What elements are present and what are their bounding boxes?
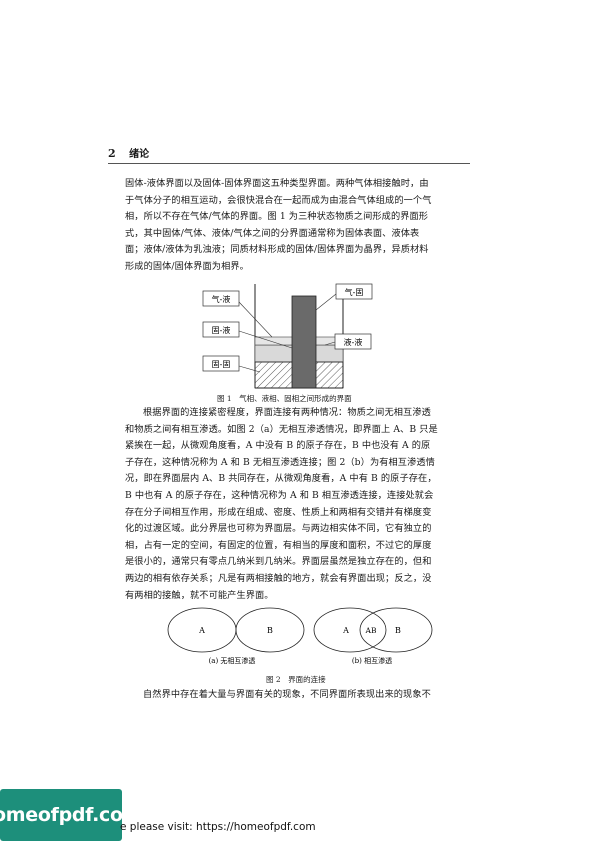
solid-rod [291, 295, 317, 389]
figure-2-caption: 图 2 界面的连接 [266, 675, 326, 684]
chapter-title: 绪论 [129, 149, 150, 160]
figure-1-caption: 图 1 气相、液相、固相之间形成的界面 [217, 394, 352, 403]
figure-2-diagram: A B (a) 无相互渗透 A AB B (b) 相互渗透 [167, 607, 433, 664]
svg-text:固-液: 固-液 [212, 325, 231, 335]
label-gas-solid: 气-固 [315, 283, 373, 311]
text-line: 式，其中固体/气体、液体/气体之间的分界面通常称为固体表面、液体表 [125, 227, 420, 239]
figure-2a-no-interpenetration: A B (a) 无相互渗透 [167, 607, 305, 664]
text-line: 相，所以不存在气体/气体的界面。图 1 为三种状态物质之间形成的界面形 [125, 211, 429, 223]
svg-text:气-固: 气-固 [345, 287, 364, 297]
svg-text:AB: AB [365, 626, 377, 635]
svg-text:B: B [395, 626, 401, 635]
svg-text:B: B [267, 626, 273, 635]
text-line: 况，即在界面层内 A、B 共同存在，从微观角度看，A 中有 B 的原子存在， [125, 473, 437, 485]
svg-text:(a) 无相互渗透: (a) 无相互渗透 [209, 656, 256, 664]
text-line: 子存在，这种情况称为 A 和 B 无相互渗透连接；图 2（b）为有相互渗透情 [125, 456, 435, 468]
text-line: 自然界中存在着大量与界面有关的现象，不同界面所表现出来的现象不 [143, 689, 431, 700]
footer-visit-text[interactable]: e please visit: https://homeofpdf.com [120, 821, 316, 833]
text-line: 是很小的，通常只有零点几纳米到几纳米。界面层虽然是独立存在的，但和 [125, 556, 432, 568]
text-line: 面；液体/液体为乳浊液；同质材料形成的固体/固体界面为晶界，异质材料 [125, 244, 429, 256]
text-line: 化的过渡区域。此分界层也可称为界面层。与两边相实体不同，它有独立的 [125, 523, 432, 535]
paragraph-3: 自然界中存在着大量与界面有关的现象，不同界面所表现出来的现象不 [125, 687, 469, 704]
svg-text:气-液: 气-液 [212, 294, 231, 304]
paragraph-1: 固体-液体界面以及固体-固体界面这五种类型界面。两种气体相接触时，由 于气体分子… [125, 176, 469, 276]
label-solid-solid: 固-固 [202, 355, 261, 373]
text-line: 紧挨在一起，从微观角度看，A 中没有 B 的原子存在，B 中也没有 A 的原 [125, 440, 431, 452]
text-line: 有两相的接触，就不可能产生界面。 [125, 589, 274, 601]
text-line: 形成的固体/固体界面为相界。 [125, 260, 249, 272]
text-line: 固体-液体界面以及固体-固体界面这五种类型界面。两种气体相接触时，由 [125, 178, 429, 189]
svg-text:A: A [342, 626, 349, 635]
figure-1-diagram: 气-液 气-固 固-液 液-液 固-固 [202, 283, 373, 389]
site-logo[interactable]: homeofpdf.com [0, 789, 143, 841]
figure-2b-interpenetration: A AB B (b) 相互渗透 [313, 607, 433, 664]
text-line: 和物质之间有相互渗透。如图 2（a）无相互渗透情况，即界面上 A、B 只是 [125, 423, 438, 435]
text-line: 根据界面的连接紧密程度，界面连接有两种情况：物质之间无相互渗透 [143, 407, 431, 418]
text-line: B 中也有 A 的原子存在，这种情况称为 A 和 B 相互渗透连接，连接处就会 [125, 489, 434, 501]
text-line: 存在分子间相互作用，形成在组成、密度、性质上和两相有交错并有梯度变 [125, 506, 432, 518]
page-number: 2 [108, 147, 116, 160]
paragraph-2: 根据界面的连接紧密程度，界面连接有两种情况：物质之间无相互渗透 和物质之间有相互… [125, 405, 469, 604]
text-line: 于气体分子的相互运动，会很快混合在一起而成为由混合气体组成的一个气 [125, 194, 432, 206]
text-line: 相，占有一定的空间，有固定的位置，有相当的厚度和面积，不过它的厚度 [125, 539, 432, 551]
svg-text:(b) 相互渗透: (b) 相互渗透 [352, 656, 392, 664]
svg-text:固-固: 固-固 [212, 360, 231, 369]
running-header: 2 绪论 [108, 145, 470, 164]
text-line: 两边的相有依存关系；凡是有两相接触的地方，就会有界面出现；反之，没 [125, 572, 432, 584]
svg-text:液-液: 液-液 [344, 337, 363, 347]
svg-text:A: A [198, 626, 205, 635]
